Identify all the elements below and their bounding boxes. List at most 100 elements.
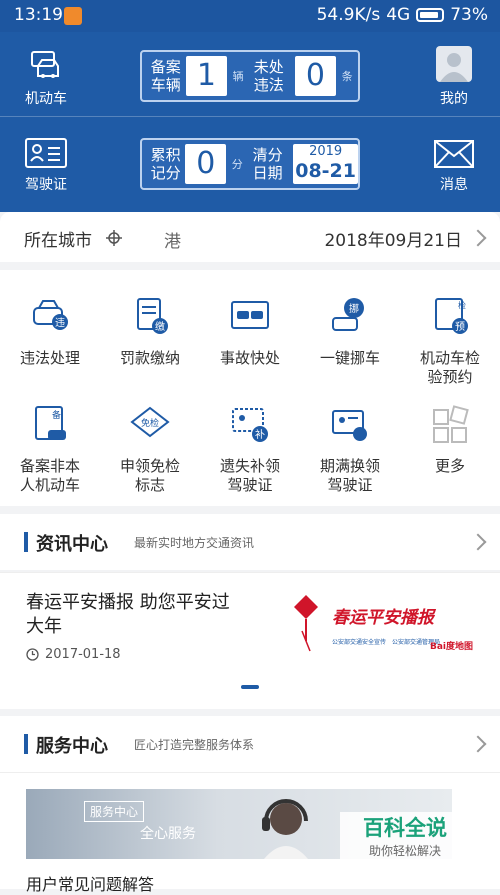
- locate-icon: [106, 230, 122, 246]
- news-section-subtitle: 最新实时地方交通资讯: [134, 536, 255, 550]
- grid-label: 申领免检 标志: [119, 457, 180, 494]
- carousel-indicator[interactable]: [241, 685, 259, 689]
- violations-label: 未处 违法: [253, 58, 284, 94]
- city-bar[interactable]: 所在城市 港 2018年09月21日: [0, 212, 500, 262]
- grid-item-filing[interactable]: 备 备案非本 人机动车: [0, 404, 100, 495]
- service-grid: 违 违法处理 缴 罚款缴纳 事故快处 挪 一键挪车 检预 机动车检 验预约 备 备…: [0, 270, 500, 506]
- points-label: 累积 记分: [150, 146, 181, 182]
- baidu-map-logo: Bai度地图: [430, 642, 474, 652]
- service-section-header[interactable]: 服务中心 匠心打造完整服务体系: [0, 716, 500, 772]
- svg-text:检: 检: [458, 300, 466, 310]
- news-section-title: 资讯中心: [36, 534, 108, 555]
- svg-text:挪: 挪: [349, 302, 359, 315]
- battery-level: 73%: [450, 5, 488, 25]
- grid-item-fine[interactable]: 缴 罚款缴纳: [100, 296, 200, 368]
- messages-button[interactable]: 消息: [414, 140, 494, 194]
- filing-icon: 备: [35, 406, 66, 440]
- news-date-row: 2017-01-18: [26, 647, 121, 662]
- watermark: 百科全说 助你轻松解决: [340, 812, 470, 864]
- grid-label: 违法处理: [19, 349, 80, 367]
- vehicle-button[interactable]: 机动车: [6, 50, 86, 108]
- svg-text:违: 违: [55, 317, 65, 329]
- section-accent-bar: [24, 532, 28, 552]
- registered-unit: 辆: [232, 70, 244, 83]
- violations-count: 0: [294, 56, 337, 96]
- grid-label: 备案非本 人机动车: [19, 457, 80, 494]
- svg-text:备: 备: [52, 409, 61, 421]
- news-thumbnail: 春运平安播报 公安部交通安全宣传 公安部交通管理局 Bai度地图: [282, 591, 478, 661]
- points-count: 0: [185, 144, 227, 184]
- section-accent-bar: [24, 734, 28, 754]
- battery-icon: [416, 8, 445, 22]
- svg-text:免检: 免检: [141, 417, 159, 429]
- registered-count: 1: [185, 56, 228, 96]
- envelope-icon: [434, 140, 474, 168]
- clock-icon: [26, 648, 39, 661]
- avatar-icon: [436, 46, 472, 82]
- watermark-brand: 百科全说: [363, 816, 447, 840]
- grid-label: 一键挪车: [319, 349, 380, 367]
- fine-scroll-icon: 缴: [137, 298, 168, 334]
- license-button[interactable]: 驾驶证: [6, 138, 86, 194]
- city-value: 港: [164, 232, 181, 252]
- news-image-title: 春运平安播报: [332, 608, 434, 628]
- faq-title: 用户常见问题解答: [26, 875, 155, 894]
- id-card-icon: [25, 138, 67, 168]
- chevron-right-icon: [469, 533, 487, 551]
- svg-text:预: 预: [455, 321, 465, 333]
- grid-label: 期满换领 驾驶证: [319, 457, 380, 494]
- clear-date-value: 2019 08-21: [293, 144, 358, 184]
- news-card[interactable]: 春运平安播报 助您平安过大年 2017-01-18 春运平安播报 公安部交通安全…: [0, 572, 500, 709]
- service-section-title: 服务中心: [36, 736, 108, 757]
- network-speed: 54.9K/s: [316, 5, 381, 25]
- renew-license-icon: [332, 410, 367, 441]
- me-label: 我的: [440, 91, 468, 107]
- svg-text:补: 补: [255, 428, 265, 441]
- grid-item-more[interactable]: 更多: [400, 404, 500, 476]
- header: 机动车 驾驶证 我的 消息 备案 车辆 1 辆 未处 违法 0 条 累积 记分 0 分…: [0, 32, 500, 212]
- status-bar: 13:19 54.9K/s 4G 73%: [0, 0, 500, 32]
- grid-item-reissue[interactable]: 补 遗失补领 驾驶证: [200, 404, 300, 495]
- news-image-source1: 公安部交通安全宣传: [332, 639, 387, 646]
- license-label: 驾驶证: [25, 177, 67, 193]
- grid-item-renewal[interactable]: 期满换领 驾驶证: [300, 404, 400, 495]
- registered-label: 备案 车辆: [150, 58, 181, 94]
- grid-item-accident[interactable]: 事故快处: [200, 296, 300, 368]
- grid-label: 事故快处: [219, 349, 280, 367]
- app-notification-icon: [64, 7, 82, 25]
- chevron-right-icon: [469, 735, 487, 753]
- chevron-right-icon: [469, 229, 487, 247]
- service-banner-text: 全心服务: [140, 826, 196, 842]
- vehicle-label: 机动车: [25, 91, 67, 107]
- points-unit: 分: [231, 158, 243, 171]
- vehicle-stats-panel[interactable]: 备案 车辆 1 辆 未处 违法 0 条: [140, 50, 360, 102]
- more-grid-icon: [433, 405, 469, 443]
- status-right: 54.9K/s 4G 73%: [317, 5, 488, 25]
- grid-label: 罚款缴纳: [119, 349, 180, 367]
- svg-text:缴: 缴: [155, 320, 165, 333]
- city-label: 所在城市: [24, 231, 92, 251]
- inspection-icon: 检预: [435, 298, 468, 334]
- headset-agent-icon: [262, 799, 308, 859]
- license-stats-panel[interactable]: 累积 记分 0 分 清分 日期 2019 08-21: [140, 138, 360, 190]
- grid-item-move-car[interactable]: 挪 一键挪车: [300, 296, 400, 368]
- city-date: 2018年09月21日: [324, 231, 462, 251]
- accident-icon: [231, 301, 269, 329]
- news-headline: 春运平安播报 助您平安过大年: [26, 592, 230, 637]
- news-section-header[interactable]: 资讯中心 最新实时地方交通资讯: [0, 514, 500, 570]
- violations-unit: 条: [341, 70, 353, 83]
- move-car-icon: 挪: [332, 298, 364, 331]
- network-type: 4G: [386, 5, 411, 25]
- me-button[interactable]: 我的: [414, 46, 494, 108]
- status-time: 13:19: [14, 5, 63, 25]
- messages-label: 消息: [440, 177, 468, 193]
- grid-label: 机动车检 验预约: [419, 349, 480, 386]
- grid-label: 更多: [434, 457, 465, 475]
- grid-label: 遗失补领 驾驶证: [219, 457, 280, 494]
- grid-item-exemption[interactable]: 免检 申领免检 标志: [100, 404, 200, 495]
- grid-item-inspection[interactable]: 检预 机动车检 验预约: [400, 296, 500, 387]
- news-date: 2017-01-18: [45, 647, 121, 662]
- reissue-license-icon: 补: [232, 408, 268, 442]
- grid-item-violation[interactable]: 违 违法处理: [0, 296, 100, 368]
- clear-date-label: 清分 日期: [252, 146, 283, 182]
